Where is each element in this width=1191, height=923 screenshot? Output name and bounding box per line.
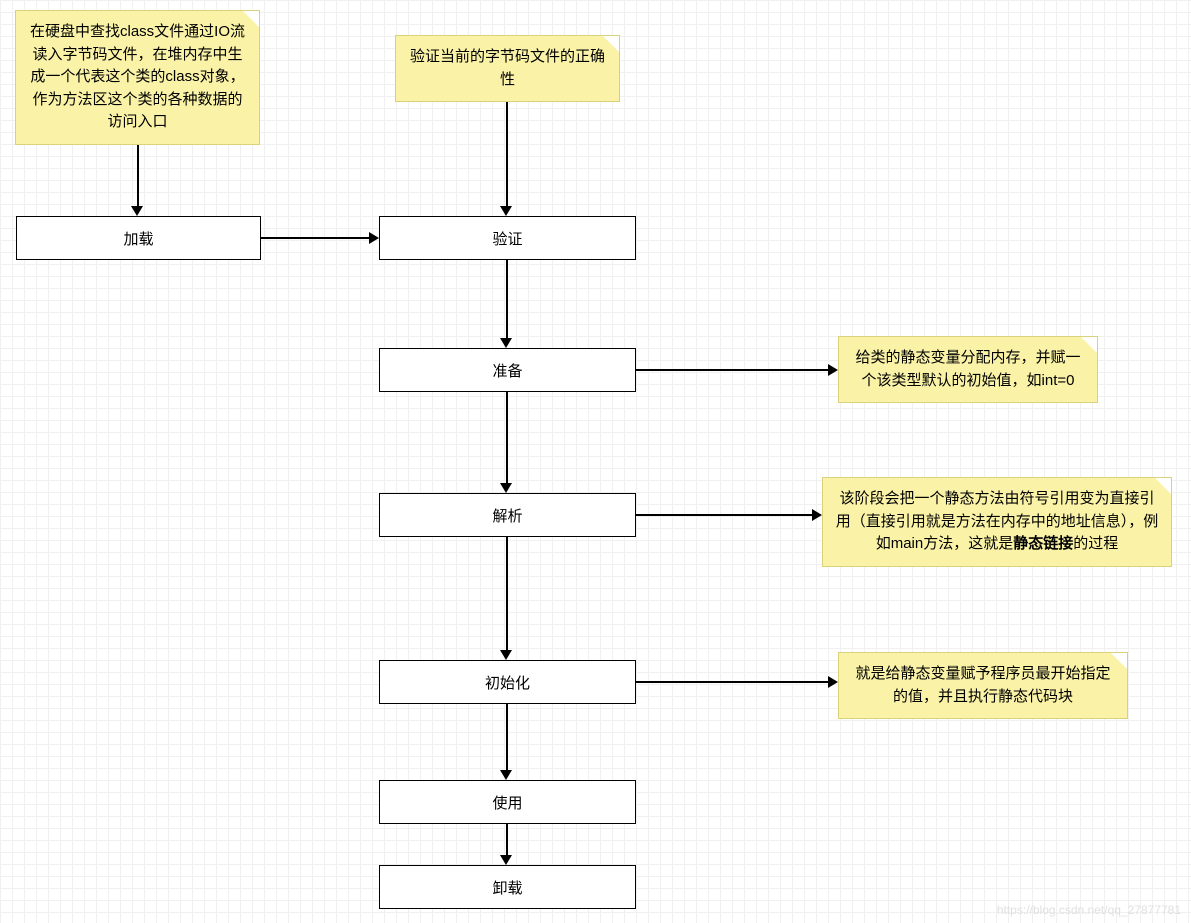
note-load: 在硬盘中查找class文件通过IO流读入字节码文件，在堆内存中生成一个代表这个类… [15, 10, 260, 145]
note-init: 就是给静态变量赋予程序员最开始指定的值，并且执行静态代码块 [838, 652, 1128, 719]
arrow-use-to-unload [506, 824, 508, 855]
arrowhead-verifynote-to-verify [500, 206, 512, 216]
box-verify: 验证 [379, 216, 636, 260]
arrowhead-resolve-to-init [500, 650, 512, 660]
arrow-verifynote-to-verify [506, 90, 508, 206]
arrow-init-to-use [506, 704, 508, 770]
box-prepare: 准备 [379, 348, 636, 392]
arrowhead-use-to-unload [500, 855, 512, 865]
box-init: 初始化 [379, 660, 636, 704]
arrow-load-to-verify [261, 237, 369, 239]
arrowhead-prepare-to-note [828, 364, 838, 376]
box-load: 加载 [16, 216, 261, 260]
note-verify-text: 验证当前的字节码文件的正确性 [410, 48, 605, 88]
note-init-text: 就是给静态变量赋予程序员最开始指定的值，并且执行静态代码块 [855, 665, 1110, 705]
arrowhead-loadnote-to-load [131, 206, 143, 216]
box-resolve: 解析 [379, 493, 636, 537]
note-resolve: 该阶段会把一个静态方法由符号引用变为直接引用（直接引用就是方法在内存中的地址信息… [822, 477, 1172, 567]
box-use-label: 使用 [492, 792, 522, 813]
box-init-label: 初始化 [485, 672, 530, 693]
arrowhead-verify-to-prepare [500, 338, 512, 348]
note-prepare: 给类的静态变量分配内存，并赋一个该类型默认的初始值，如int=0 [838, 336, 1098, 403]
note-load-text: 在硬盘中查找class文件通过IO流读入字节码文件，在堆内存中生成一个代表这个类… [30, 23, 245, 130]
box-verify-label: 验证 [492, 228, 522, 249]
box-unload: 卸载 [379, 865, 636, 909]
arrow-init-to-note [636, 681, 828, 683]
box-use: 使用 [379, 780, 636, 824]
arrow-prepare-to-resolve [506, 392, 508, 483]
arrowhead-init-to-note [828, 676, 838, 688]
arrowhead-prepare-to-resolve [500, 483, 512, 493]
arrowhead-resolve-to-note [812, 509, 822, 521]
box-prepare-label: 准备 [492, 360, 522, 381]
box-unload-label: 卸载 [492, 877, 522, 898]
note-verify: 验证当前的字节码文件的正确性 [395, 35, 620, 102]
arrowhead-init-to-use [500, 770, 512, 780]
note-prepare-text: 给类的静态变量分配内存，并赋一个该类型默认的初始值，如int=0 [855, 349, 1080, 389]
arrow-resolve-to-note [636, 514, 812, 516]
arrow-verify-to-prepare [506, 260, 508, 338]
watermark: https://blog.csdn.net/qq_27877781 [997, 903, 1181, 917]
arrow-loadnote-to-load [137, 135, 139, 206]
note-resolve-text-c: 的过程 [1073, 535, 1118, 552]
arrow-resolve-to-init [506, 537, 508, 650]
arrow-prepare-to-note [636, 369, 828, 371]
box-resolve-label: 解析 [492, 505, 522, 526]
arrowhead-load-to-verify [369, 232, 379, 244]
box-load-label: 加载 [123, 228, 153, 249]
note-resolve-text-b: 静态链接 [1013, 535, 1073, 552]
